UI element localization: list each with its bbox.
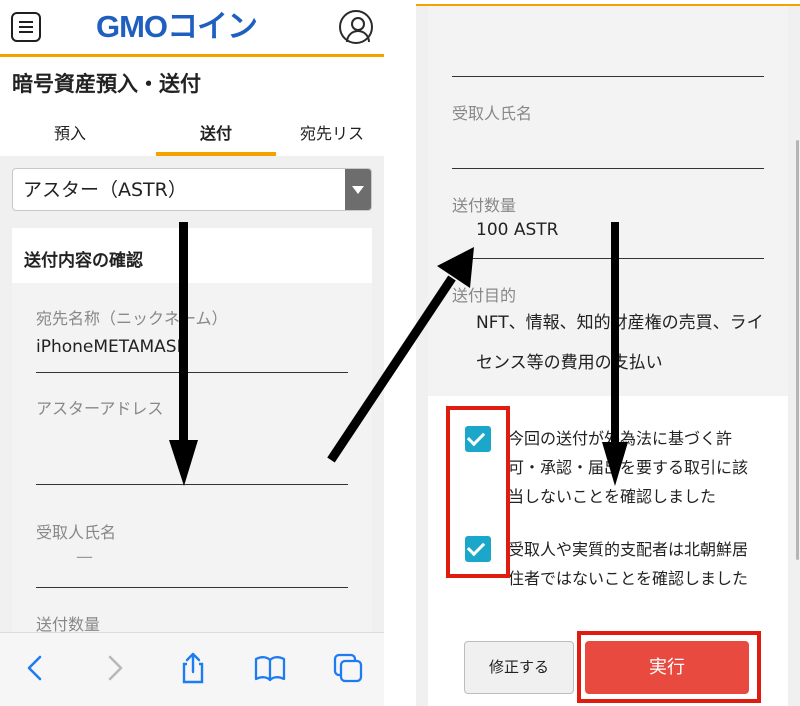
field-divider xyxy=(452,258,764,259)
field-nickname: 宛先名称（ニックネーム） iPhoneMETAMASK xyxy=(36,305,348,373)
field-label: アスターアドレス xyxy=(36,399,164,418)
edit-button[interactable]: 修正する xyxy=(464,641,574,694)
right-screen: 受取人氏名 送付数量 100 ASTR 送付目的 NFT、情報、知的財産権の売買… xyxy=(416,0,800,706)
logo-gmo-text: GMO xyxy=(96,9,168,44)
field-label: 受取人氏名 xyxy=(452,104,533,123)
confirm-card: 送付内容の確認 宛先名称（ニックネーム） iPhoneMETAMASK アスター… xyxy=(12,228,372,663)
field-purpose: 送付目的 NFT、情報、知的財産権の売買、ライセンス等の費用の支払い xyxy=(452,282,764,373)
highlight-checkboxes xyxy=(446,406,510,578)
field-value: iPhoneMETAMASK xyxy=(36,337,188,357)
confirm-fields: 宛先名称（ニックネーム） iPhoneMETAMASK アスターアドレス 受取人… xyxy=(12,283,372,663)
field-label: 宛先名称（ニックネーム） xyxy=(36,309,228,328)
share-icon[interactable] xyxy=(176,651,210,685)
field-divider xyxy=(36,372,348,373)
confirm-card-title: 送付内容の確認 xyxy=(24,251,143,271)
tab-send[interactable]: 送付 xyxy=(156,116,276,156)
logo-coin-text: コイン xyxy=(167,9,258,44)
page-title: 暗号資産預入・送付 xyxy=(12,72,201,96)
chevron-down-icon xyxy=(345,169,371,210)
forward-icon[interactable] xyxy=(98,651,132,685)
left-screen: GMOコイン 暗号資産預入・送付 預入 送付 宛先リス アスター（ASTR） 送… xyxy=(0,0,384,706)
screenshot-root: GMOコイン 暗号資産預入・送付 預入 送付 宛先リス アスター（ASTR） 送… xyxy=(0,0,800,706)
tab-address-list[interactable]: 宛先リス xyxy=(300,116,384,156)
field-divider xyxy=(452,168,764,169)
browser-toolbar xyxy=(0,632,384,706)
field-divider xyxy=(36,484,348,485)
bookmarks-icon[interactable] xyxy=(253,651,287,685)
field-label: 受取人氏名 xyxy=(36,523,117,542)
gmo-coin-logo[interactable]: GMOコイン xyxy=(96,8,258,46)
tabs-icon[interactable] xyxy=(331,651,365,685)
field-address: アスターアドレス xyxy=(36,395,348,485)
back-icon[interactable] xyxy=(18,651,52,685)
field-recipient-name: 受取人氏名 — xyxy=(36,519,348,588)
field-value: 100 ASTR xyxy=(476,220,559,240)
menu-icon[interactable] xyxy=(11,12,41,42)
tab-deposit[interactable]: 預入 xyxy=(20,116,120,156)
consent-label-1: 今回の送付が外為法に基づく許可・承認・届出を要する取引に該当しないことを確認しま… xyxy=(508,429,749,506)
field-recipient-name: 受取人氏名 xyxy=(452,100,764,169)
asset-select[interactable]: アスター（ASTR） xyxy=(12,168,372,211)
tab-bar: 預入 送付 宛先リス xyxy=(0,116,384,156)
asset-select-value: アスター（ASTR） xyxy=(23,179,187,201)
field-value: NFT、情報、知的財産権の売買、ライセンス等の費用の支払い xyxy=(476,313,764,373)
field-value: — xyxy=(76,547,93,567)
field-divider xyxy=(452,76,764,77)
field-amount: 送付数量 100 ASTR xyxy=(452,192,764,259)
scrollbar[interactable] xyxy=(796,140,799,560)
highlight-execute xyxy=(577,631,761,703)
field-divider xyxy=(36,587,348,588)
app-header: GMOコイン xyxy=(0,0,384,57)
confirm-fields-continued: 受取人氏名 送付数量 100 ASTR 送付目的 NFT、情報、知的財産権の売買… xyxy=(428,6,788,396)
consent-label-2: 受取人や実質的支配者は北朝鮮居住者ではないことを確認しました xyxy=(508,540,749,588)
user-icon[interactable] xyxy=(339,10,373,44)
